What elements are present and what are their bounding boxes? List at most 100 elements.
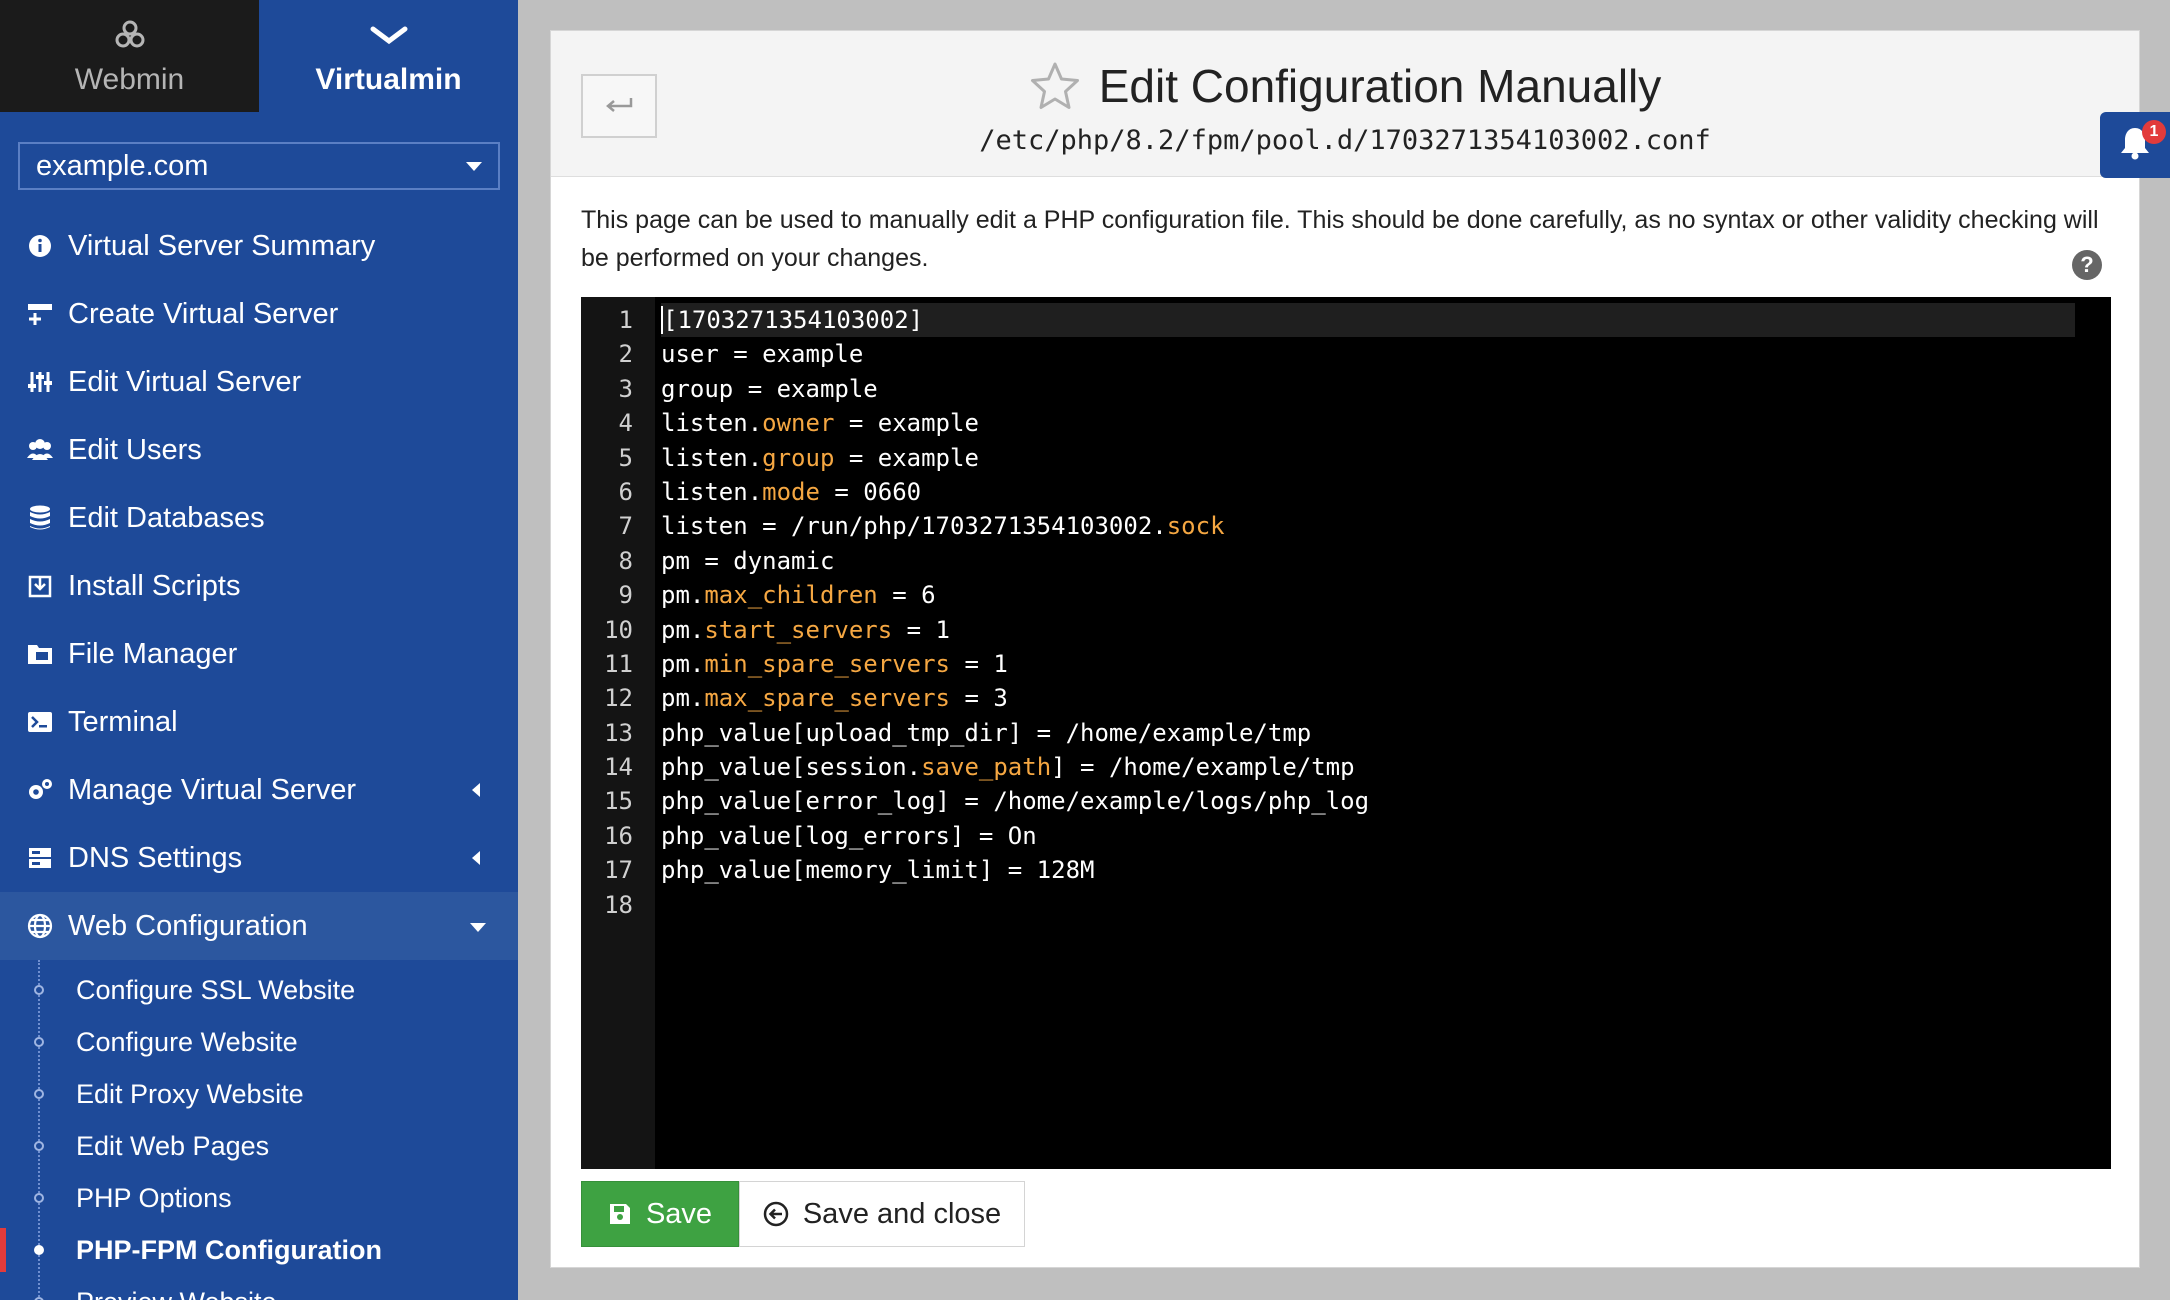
nav-label: Manage Virtual Server bbox=[68, 773, 357, 806]
nav-label: Install Scripts bbox=[68, 569, 241, 602]
subnav-edit-web-pages[interactable]: Edit Web Pages bbox=[0, 1120, 518, 1172]
line-number: 12 bbox=[604, 684, 633, 713]
save-and-close-button[interactable]: Save and close bbox=[739, 1181, 1025, 1247]
nav-terminal[interactable]: Terminal bbox=[0, 688, 518, 756]
server-icon bbox=[26, 844, 54, 872]
top-tabs: Webmin Virtualmin bbox=[0, 0, 518, 112]
nav-file-manager[interactable]: File Manager bbox=[0, 620, 518, 688]
floppy-disk-icon bbox=[608, 1202, 632, 1226]
code-line[interactable]: php_value[memory_limit] = 128M bbox=[661, 853, 2111, 887]
star-outline-icon[interactable] bbox=[1029, 61, 1081, 111]
code-area[interactable]: [1703271354103002] user = example group = … bbox=[655, 297, 2111, 1169]
line-number: 6 bbox=[618, 477, 633, 506]
save-button[interactable]: Save bbox=[581, 1181, 739, 1247]
code-line[interactable]: pm.start_servers = 1 bbox=[661, 613, 2111, 647]
line-number: 8 bbox=[618, 546, 633, 575]
subnav-configure-ssl-website[interactable]: Configure SSL Website bbox=[0, 964, 518, 1016]
code-line[interactable]: listen.group = example bbox=[661, 441, 2111, 475]
panel-header: Edit Configuration Manually /etc/php/8.2… bbox=[551, 31, 2139, 177]
sliders-icon bbox=[26, 368, 54, 396]
line-number: 1 bbox=[618, 306, 633, 334]
subnav-php-options[interactable]: PHP Options bbox=[0, 1172, 518, 1224]
line-number: 11 bbox=[604, 649, 633, 678]
nav-dns-settings[interactable]: DNS Settings bbox=[0, 824, 518, 892]
subnav-edit-proxy-website[interactable]: Edit Proxy Website bbox=[0, 1068, 518, 1120]
nav-edit-virtual-server[interactable]: Edit Virtual Server bbox=[0, 348, 518, 416]
nav-label: Terminal bbox=[68, 705, 178, 738]
virtualmin-chevron-icon bbox=[369, 15, 409, 55]
nav-install-scripts[interactable]: Install Scripts bbox=[0, 552, 518, 620]
notification-count-badge: 1 bbox=[2142, 120, 2166, 144]
line-number: 3 bbox=[618, 374, 633, 403]
button-row: Save Save and close bbox=[581, 1181, 1025, 1247]
page-title: Edit Configuration Manually bbox=[551, 59, 2139, 113]
code-line[interactable]: [1703271354103002] bbox=[661, 303, 2075, 338]
code-line[interactable]: user = example bbox=[661, 337, 2111, 371]
nav-label: DNS Settings bbox=[68, 841, 243, 874]
code-line[interactable]: pm = dynamic bbox=[661, 544, 2111, 578]
save-and-close-label: Save and close bbox=[802, 1197, 1002, 1230]
code-line[interactable]: pm.min_spare_servers = 1 bbox=[661, 647, 2111, 681]
tab-virtualmin[interactable]: Virtualmin bbox=[259, 0, 518, 112]
sidebar: Webmin Virtualmin example.com Virtual Se… bbox=[0, 0, 518, 1300]
code-line[interactable]: pm.max_children = 6 bbox=[661, 578, 2111, 612]
bullet-icon bbox=[34, 1089, 44, 1099]
bullet-icon bbox=[34, 985, 44, 995]
domain-select[interactable]: example.com bbox=[18, 142, 500, 190]
domain-select-value: example.com bbox=[36, 149, 209, 182]
code-line[interactable]: pm.max_spare_servers = 3 bbox=[661, 681, 2111, 715]
nav-virtual-server-summary[interactable]: Virtual Server Summary bbox=[0, 212, 518, 280]
nav-manage-virtual-server[interactable]: Manage Virtual Server bbox=[0, 756, 518, 824]
tab-virtualmin-label: Virtualmin bbox=[315, 63, 462, 96]
line-number: 13 bbox=[604, 718, 633, 747]
nav-edit-databases[interactable]: Edit Databases bbox=[0, 484, 518, 552]
code-line[interactable]: listen = /run/php/1703271354103002.sock bbox=[661, 509, 2111, 543]
line-number-gutter: 1 2 3 4 5 6 7 8 9 10 11 12 13 14 15 16 17 18 bbox=[581, 297, 655, 1169]
subnav-configure-website[interactable]: Configure Website bbox=[0, 1016, 518, 1068]
code-line[interactable]: listen.owner = example bbox=[661, 406, 2111, 440]
nav-label: File Manager bbox=[68, 637, 238, 670]
caret-down-icon bbox=[470, 923, 486, 932]
subnav-label: Preview Website bbox=[76, 1287, 277, 1300]
nav-create-virtual-server[interactable]: Create Virtual Server bbox=[0, 280, 518, 348]
page-subtitle: /etc/php/8.2/fpm/pool.d/1703271354103002… bbox=[979, 125, 1711, 156]
subnav-label: Configure SSL Website bbox=[76, 974, 356, 1005]
web-config-submenu: Configure SSL Website Configure Website … bbox=[0, 960, 518, 1300]
users-icon bbox=[26, 436, 54, 464]
help-icon[interactable]: ? bbox=[2072, 250, 2102, 280]
notification-button[interactable]: 1 bbox=[2100, 112, 2170, 178]
server-plus-icon bbox=[26, 300, 54, 328]
code-editor[interactable]: 1 2 3 4 5 6 7 8 9 10 11 12 13 14 15 16 17 18 [17032713541… bbox=[581, 297, 2111, 1169]
download-icon bbox=[26, 572, 54, 600]
subnav-label: Edit Proxy Website bbox=[76, 1078, 304, 1109]
code-line[interactable]: listen.mode = 0660 bbox=[661, 475, 2111, 509]
folder-icon bbox=[26, 640, 54, 668]
caret-left-icon bbox=[472, 851, 480, 865]
nav-label: Edit Users bbox=[68, 433, 202, 466]
nav-edit-users[interactable]: Edit Users bbox=[0, 416, 518, 484]
circle-arrow-left-icon bbox=[763, 1201, 789, 1227]
line-number: 4 bbox=[618, 409, 633, 438]
line-number: 2 bbox=[618, 340, 633, 369]
terminal-icon bbox=[26, 708, 54, 736]
code-line[interactable] bbox=[661, 888, 2111, 922]
nav-label: Web Configuration bbox=[68, 909, 308, 942]
subnav-preview-website[interactable]: Preview Website bbox=[0, 1276, 518, 1300]
code-line[interactable]: php_value[log_errors] = On bbox=[661, 819, 2111, 853]
line-number: 5 bbox=[618, 443, 633, 472]
nav-label: Edit Databases bbox=[68, 501, 265, 534]
code-line[interactable]: php_value[session.save_path] = /home/exa… bbox=[661, 750, 2111, 784]
subnav-label: Configure Website bbox=[76, 1026, 298, 1057]
code-line[interactable]: group = example bbox=[661, 372, 2111, 406]
bullet-icon bbox=[34, 1141, 44, 1151]
line-number: 18 bbox=[604, 890, 633, 919]
code-line[interactable]: php_value[upload_tmp_dir] = /home/exampl… bbox=[661, 716, 2111, 750]
code-line[interactable]: php_value[error_log] = /home/example/log… bbox=[661, 784, 2111, 818]
tab-webmin[interactable]: Webmin bbox=[0, 0, 259, 112]
nav-web-configuration[interactable]: Web Configuration bbox=[0, 892, 518, 960]
subnav-php-fpm-configuration[interactable]: PHP-FPM Configuration bbox=[0, 1224, 518, 1276]
save-button-label: Save bbox=[645, 1197, 713, 1230]
bullet-icon bbox=[34, 1037, 44, 1047]
intro-text: This page can be used to manually edit a… bbox=[581, 206, 2099, 272]
line-number: 7 bbox=[618, 512, 633, 541]
